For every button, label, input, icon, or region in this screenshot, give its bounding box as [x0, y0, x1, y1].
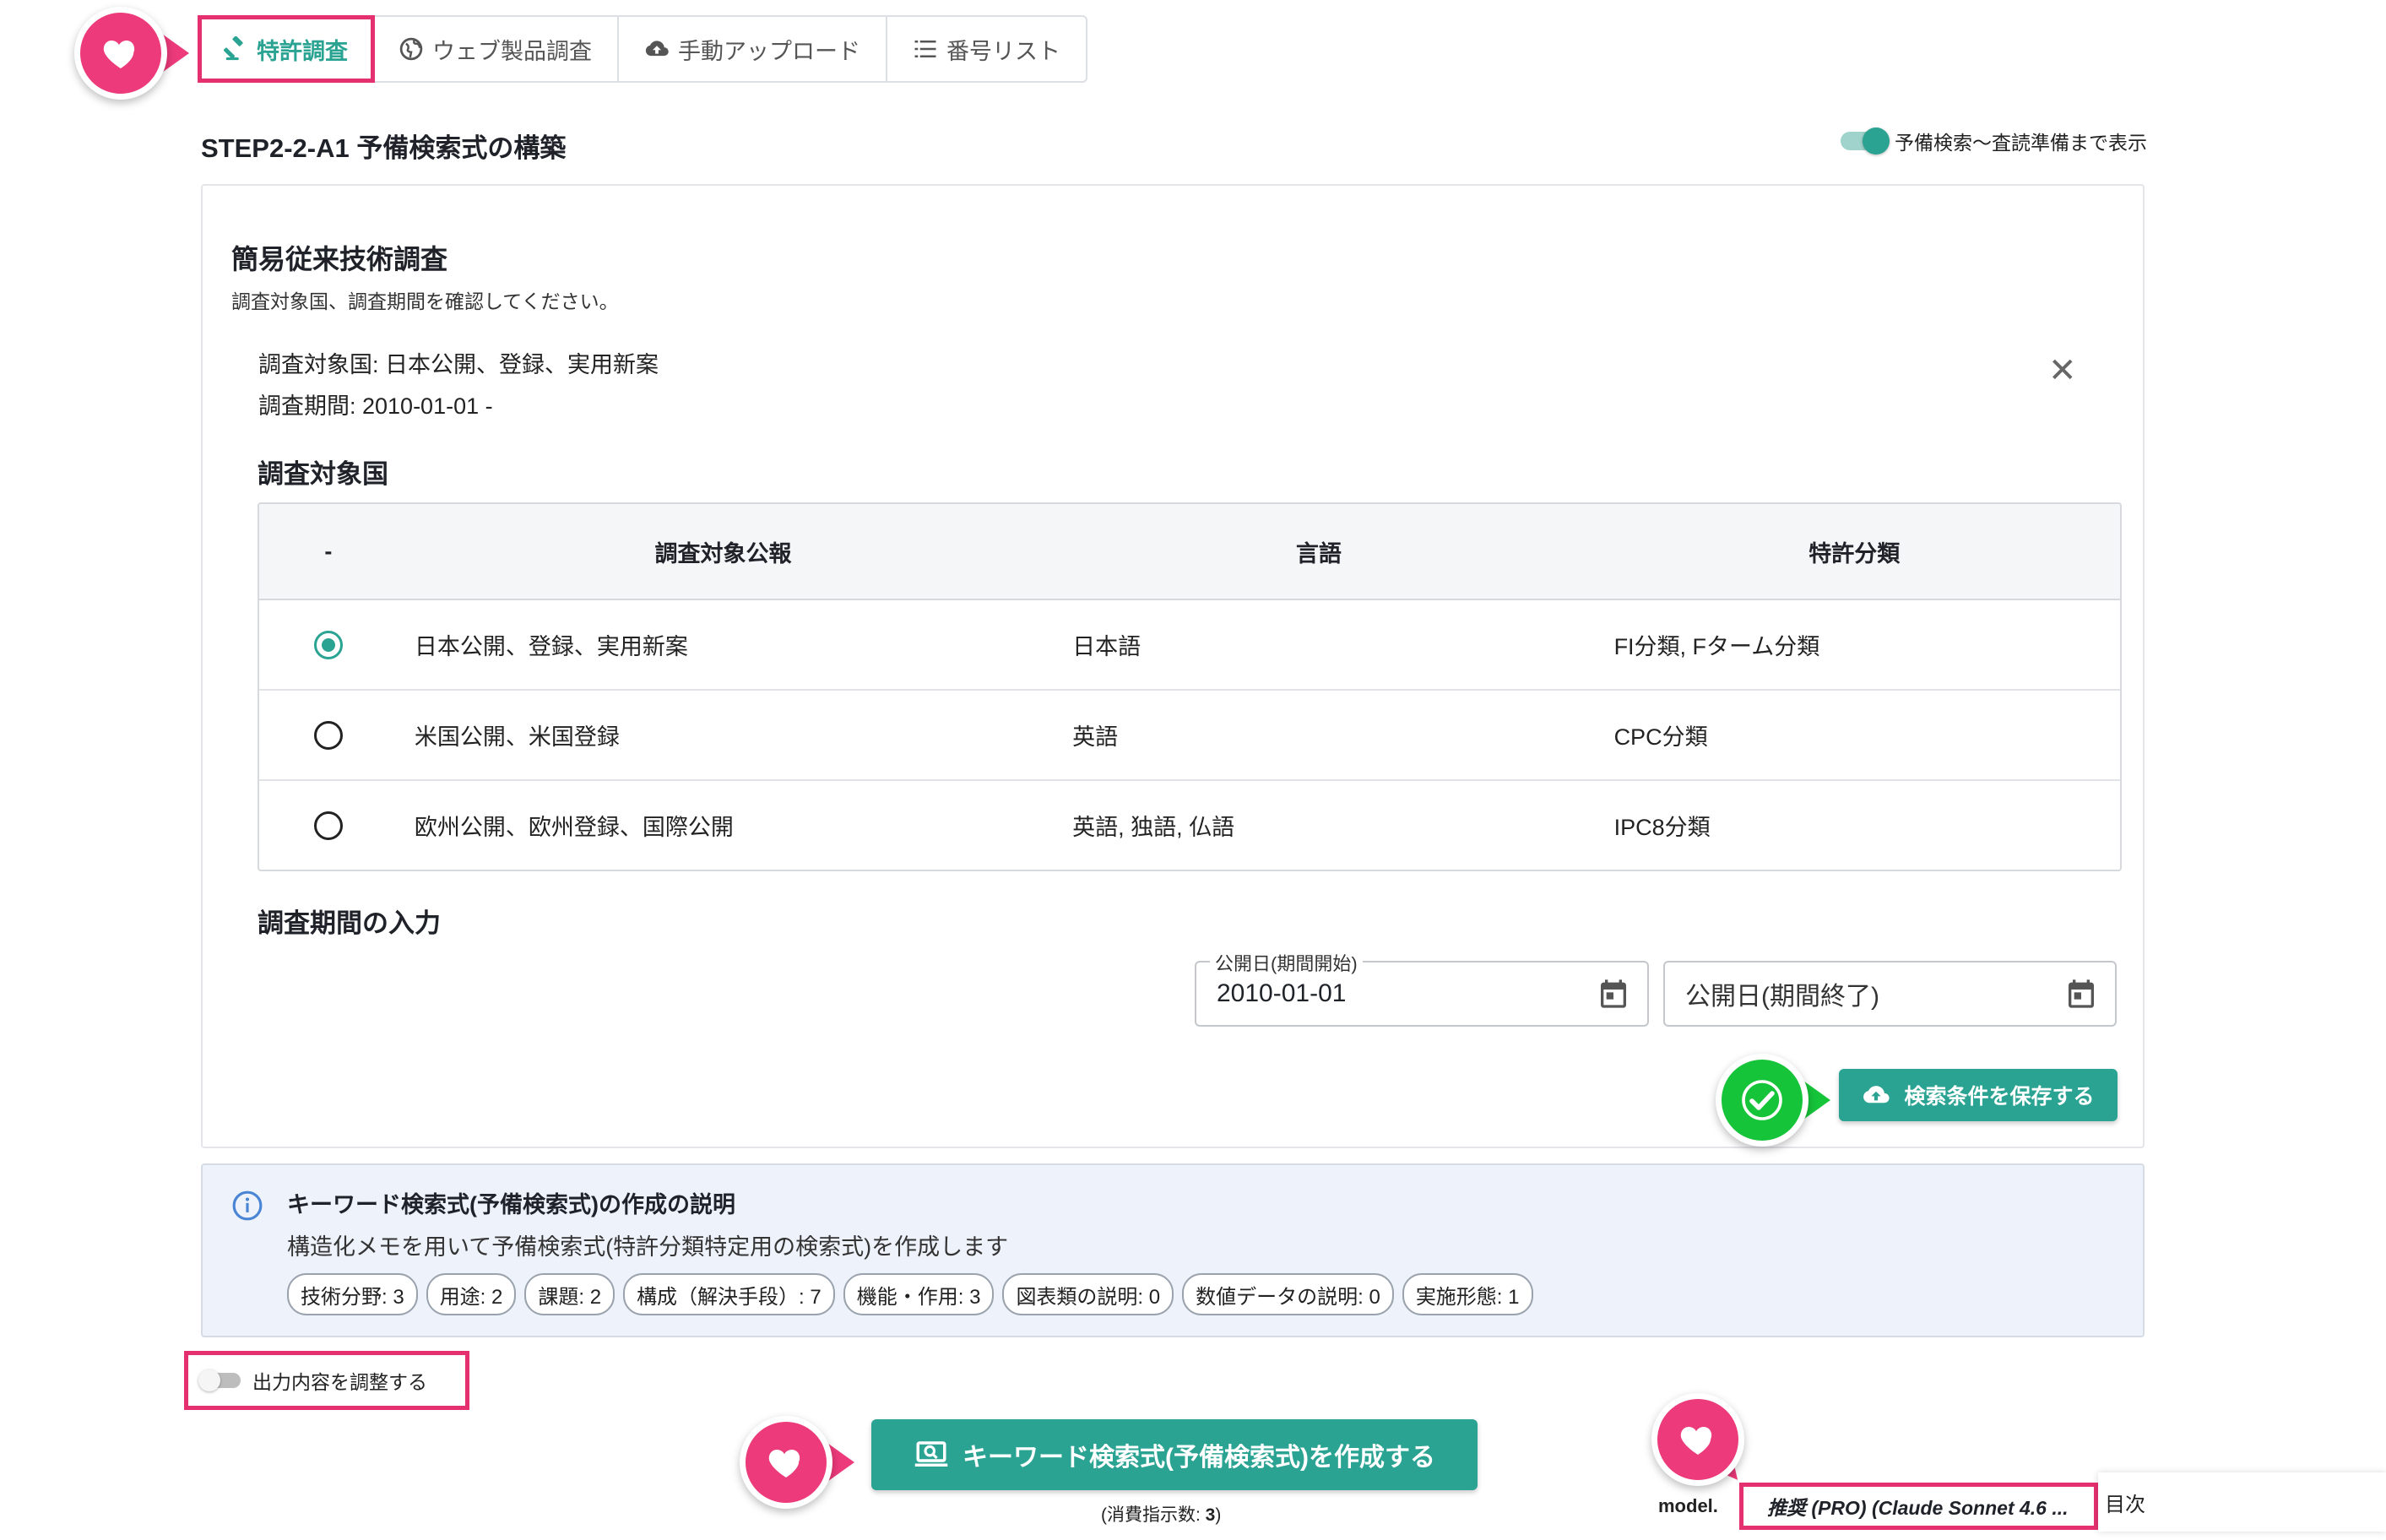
- page-title: STEP2-2-A1 予備検索式の構築: [201, 133, 567, 163]
- model-label: model.: [1658, 1495, 1718, 1516]
- adjust-output-label: 出力内容を調整する: [252, 1371, 427, 1393]
- model-select[interactable]: 推奨 (PRO) (Claude Sonnet 4.6 ...: [1739, 1483, 2098, 1530]
- chip: 実施形態: 1: [1402, 1273, 1533, 1315]
- table-header: - 調査対象公報 言語 特許分類: [259, 504, 2120, 600]
- table-row[interactable]: 米国公開、米国登録 英語 CPC分類: [259, 691, 2120, 781]
- heart-annotation-badge: [1651, 1393, 1744, 1486]
- laptop-search-icon: [914, 1441, 948, 1467]
- tab-number-list[interactable]: 番号リスト: [887, 17, 1086, 81]
- end-date-placeholder: 公開日(期間終了): [1685, 983, 1879, 1011]
- publication-cell: 米国公開、米国登録: [414, 724, 620, 750]
- adjust-output-toggle[interactable]: 出力内容を調整する: [184, 1351, 469, 1410]
- classification-cell: IPC8分類: [1613, 815, 1711, 840]
- heart-icon: [740, 1416, 832, 1509]
- start-date-value: 2010-01-01: [1217, 979, 1347, 1007]
- toggle-label: 予備検索〜査読準備まで表示: [1895, 132, 2147, 154]
- country-table: - 調査対象公報 言語 特許分類 日本公開、登録、実用新案 日本語 FI分類, …: [258, 502, 2122, 871]
- table-row[interactable]: 欧州公開、欧州登録、国際公開 英語, 独語, 仏語 IPC8分類: [259, 781, 2120, 870]
- search-type-tabs: 特許調査 ウェブ製品調査 手動アップロード 番号リスト: [198, 15, 1087, 83]
- close-icon[interactable]: ✕: [2048, 351, 2077, 390]
- classification-cell: FI分類, Fターム分類: [1613, 634, 1820, 659]
- condition-summary: 調査対象国: 日本公開、登録、実用新案 調査期間: 2010-01-01 -: [258, 344, 659, 427]
- chip: 図表類の説明: 0: [1002, 1273, 1174, 1315]
- radio-button[interactable]: [313, 630, 343, 659]
- check-icon: [1716, 1054, 1808, 1147]
- list-icon: [914, 41, 936, 57]
- create-button-label: キーワード検索式(予備検索式)を作成する: [963, 1444, 1435, 1472]
- info-description: 構造化メモを用いて予備検索式(特許分類特定用の検索式)を作成します: [287, 1234, 1009, 1260]
- cloud-upload-icon: [1863, 1086, 1890, 1103]
- calendar-icon[interactable]: [1597, 977, 1630, 1011]
- info-icon: [231, 1190, 263, 1222]
- heart-icon: [1651, 1393, 1744, 1486]
- save-conditions-button[interactable]: 検索条件を保存する: [1839, 1069, 2118, 1121]
- radio-button[interactable]: [313, 811, 343, 840]
- publication-cell: 欧州公開、欧州登録、国際公開: [414, 815, 734, 840]
- publication-cell: 日本公開、登録、実用新案: [414, 634, 688, 659]
- language-cell: 英語, 独語, 仏語: [1072, 815, 1235, 840]
- tab-label: 番号リスト: [946, 38, 1060, 64]
- create-keyword-query-button[interactable]: キーワード検索式(予備検索式)を作成する: [871, 1419, 1478, 1490]
- start-date-field[interactable]: 公開日(期間開始) 2010-01-01: [1195, 949, 1649, 1027]
- heart-annotation-badge: [740, 1416, 854, 1509]
- tab-web-product-search[interactable]: ウェブ製品調査: [373, 17, 619, 81]
- section-description: 調査対象国、調査期間を確認してください。: [231, 290, 619, 312]
- tab-label: ウェブ製品調査: [432, 38, 592, 64]
- tab-label: 特許調査: [257, 38, 348, 64]
- chip: 課題: 2: [524, 1273, 615, 1315]
- memo-count-chips: 技術分野: 3 用途: 2 課題: 2 構成（解決手段）: 7 機能・作用: 3…: [287, 1273, 1533, 1315]
- chip: 技術分野: 3: [287, 1273, 418, 1315]
- heart-icon: [74, 7, 167, 100]
- summary-country: 調査対象国: 日本公開、登録、実用新案: [258, 352, 659, 377]
- info-title: キーワード検索式(予備検索式)の作成の説明: [287, 1192, 735, 1217]
- column-header: 特許分類: [1808, 540, 1901, 567]
- column-header: -: [324, 538, 333, 564]
- chip: 機能・作用: 3: [843, 1273, 995, 1315]
- consumption-count: (消費指示数: 3): [1101, 1505, 1222, 1525]
- country-section-title: 調査対象国: [258, 459, 388, 489]
- column-header: 調査対象公報: [654, 540, 792, 567]
- start-date-label: 公開日(期間開始): [1210, 949, 1363, 976]
- toggle-switch[interactable]: [198, 1369, 241, 1391]
- save-button-label: 検索条件を保存する: [1904, 1085, 2095, 1109]
- section-title: 簡易従来技術調査: [231, 244, 448, 274]
- language-cell: 英語: [1072, 724, 1119, 750]
- table-of-contents-button[interactable]: 目次: [2098, 1472, 2386, 1532]
- end-date-field[interactable]: 公開日(期間終了): [1663, 961, 2117, 1027]
- summary-period: 調査期間: 2010-01-01 -: [258, 393, 493, 419]
- radio-button[interactable]: [313, 720, 343, 750]
- column-header: 言語: [1295, 540, 1342, 567]
- display-range-toggle[interactable]: 予備検索〜査読準備まで表示: [1841, 127, 2147, 155]
- classification-cell: CPC分類: [1613, 724, 1708, 750]
- heart-annotation-badge: [74, 7, 189, 100]
- language-cell: 日本語: [1072, 634, 1141, 659]
- globe-icon: [399, 37, 423, 61]
- check-annotation-badge: [1716, 1054, 1830, 1147]
- cloud-upload-icon: [645, 41, 669, 57]
- chip: 数値データの説明: 0: [1182, 1273, 1394, 1315]
- chip: 構成（解決手段）: 7: [623, 1273, 835, 1315]
- chip: 用途: 2: [426, 1273, 517, 1315]
- calendar-icon[interactable]: [2064, 977, 2098, 1011]
- tab-label: 手動アップロード: [678, 38, 860, 64]
- period-section-title: 調査期間の入力: [258, 908, 441, 938]
- tab-manual-upload[interactable]: 手動アップロード: [619, 17, 887, 81]
- gavel-icon: [223, 36, 243, 61]
- toggle-switch[interactable]: [1841, 127, 1890, 155]
- table-row[interactable]: 日本公開、登録、実用新案 日本語 FI分類, Fターム分類: [259, 600, 2120, 691]
- tab-patent-search[interactable]: 特許調査: [198, 15, 375, 83]
